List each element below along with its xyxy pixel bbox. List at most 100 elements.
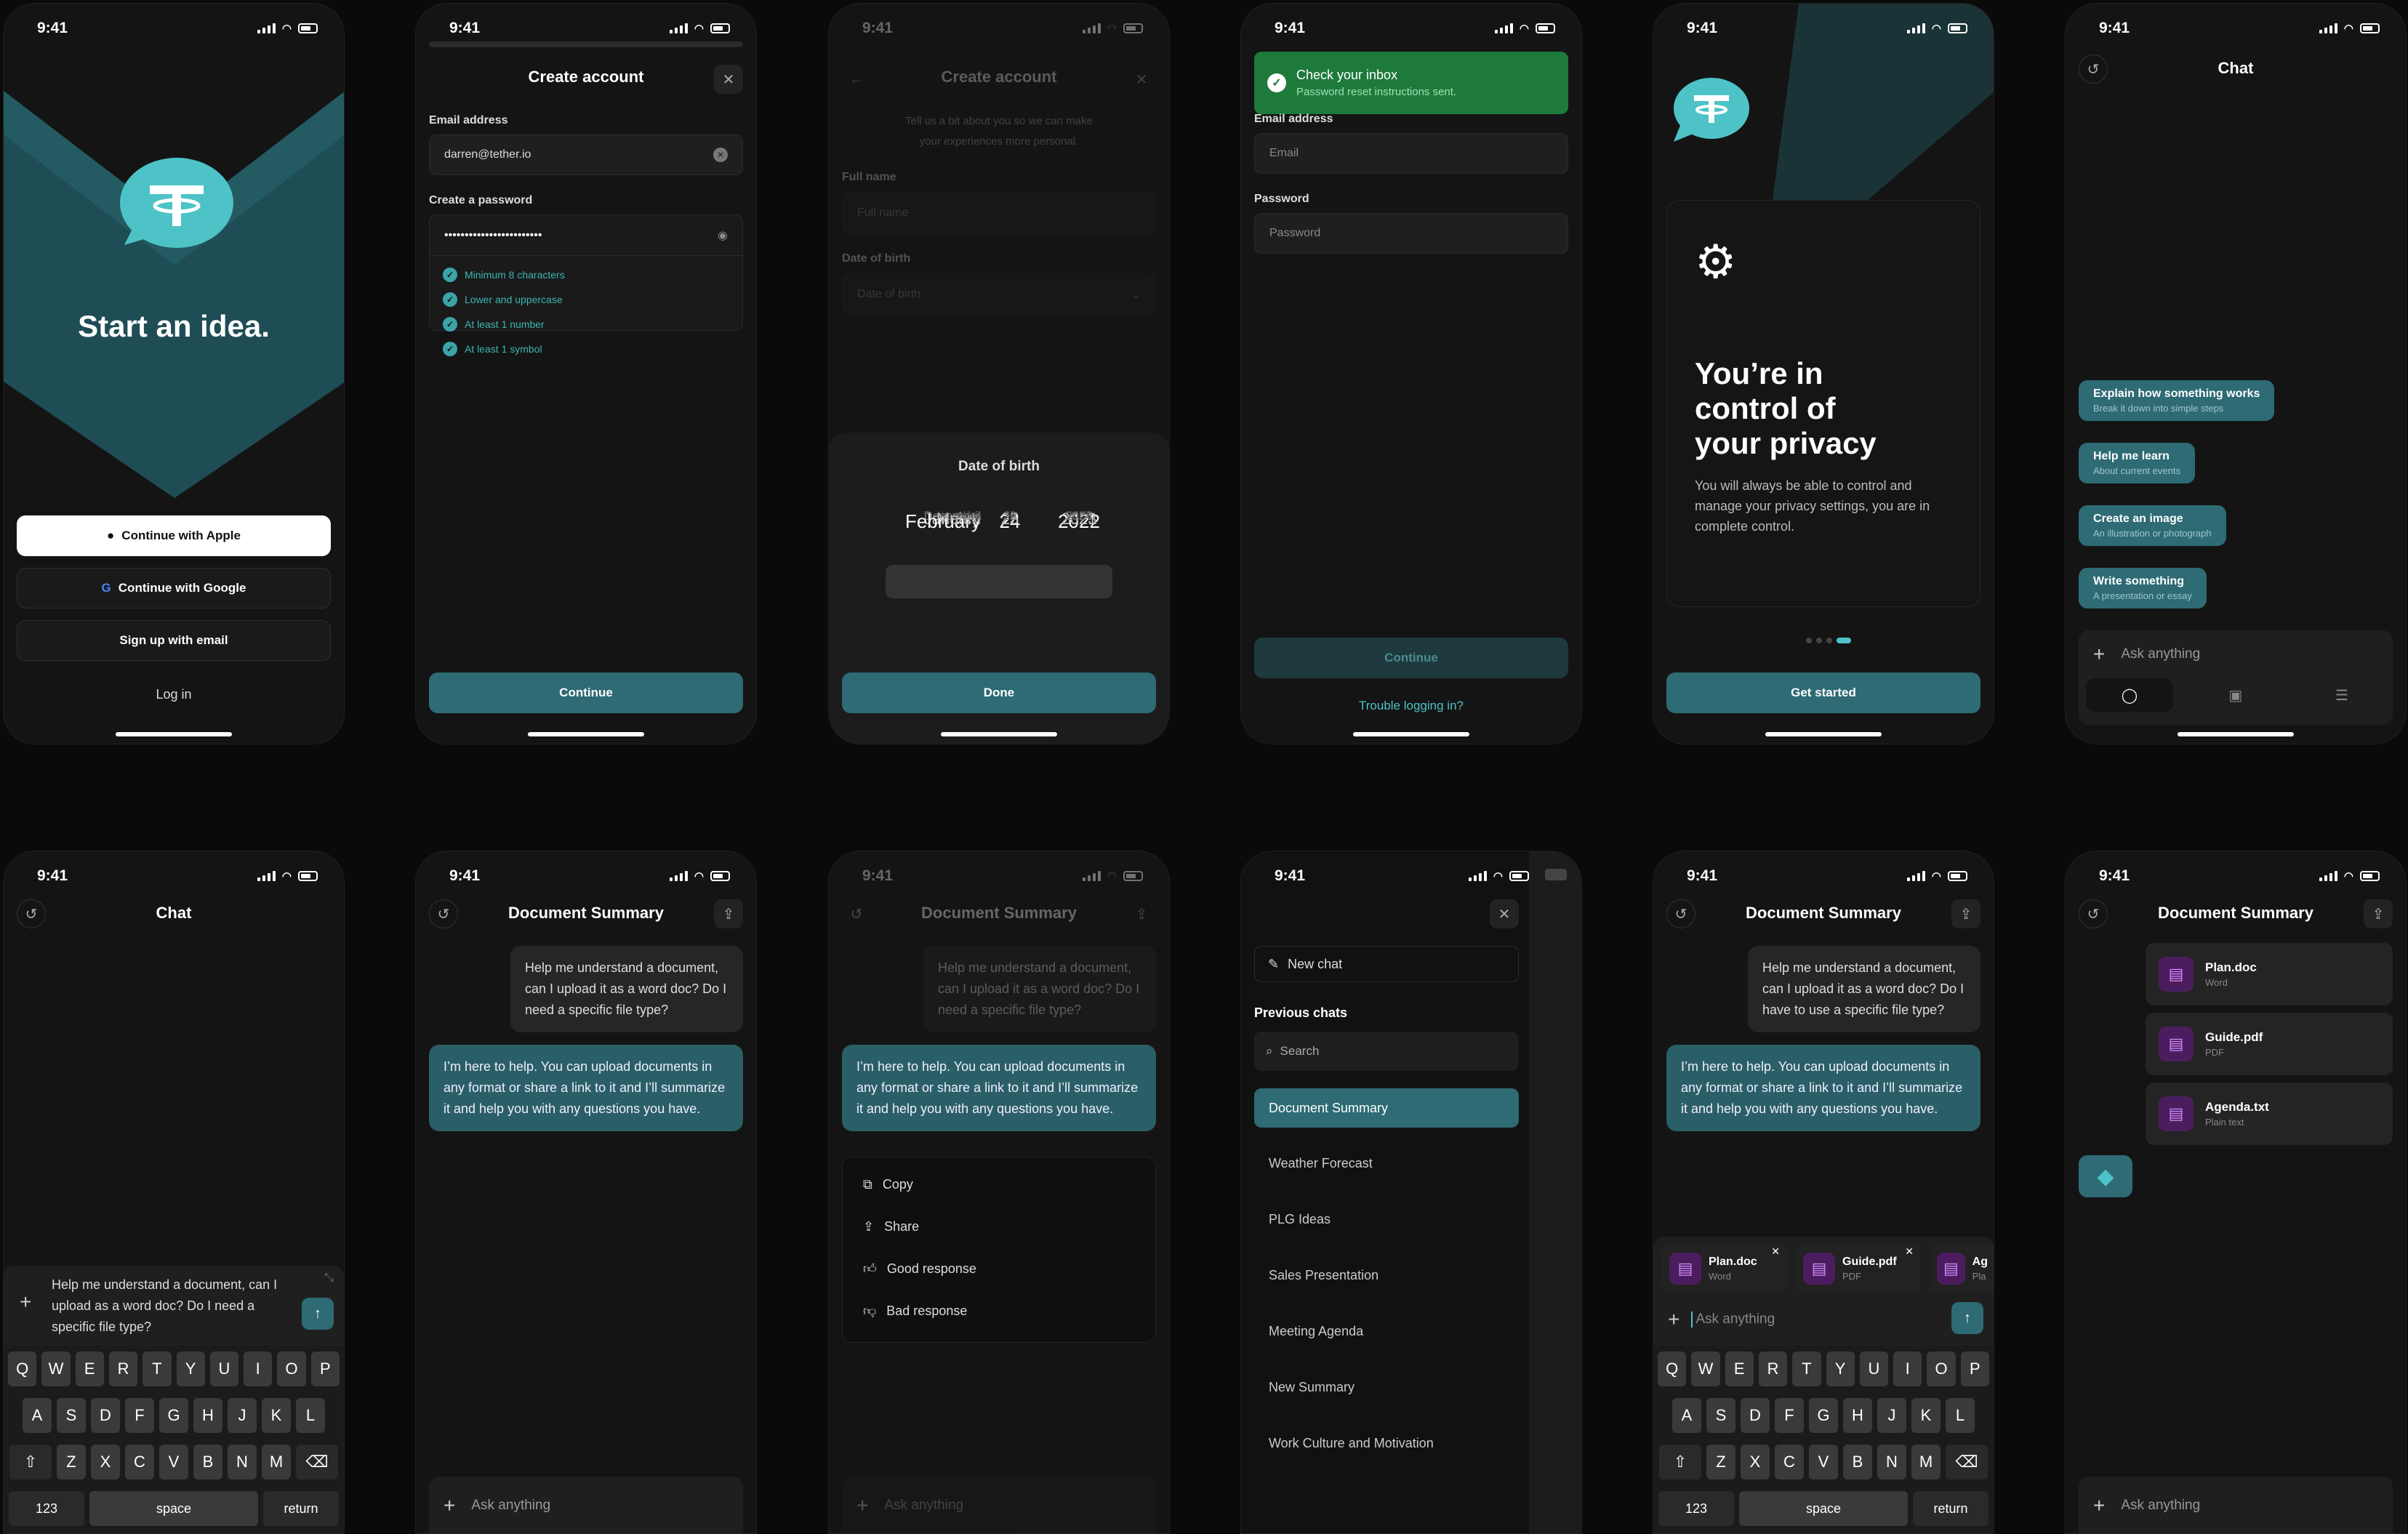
history-item[interactable]: PLG Ideas [1254,1200,1519,1239]
suggestion-chip[interactable]: Explain how something works Break it down… [2079,380,2275,421]
collapse-icon[interactable]: ⤡ [324,1272,334,1285]
plus-icon[interactable]: + [20,1290,31,1314]
key[interactable]: H [193,1398,222,1433]
backspace-key[interactable]: ⌫ [1946,1445,1988,1479]
log-in-link[interactable]: Log in [4,687,344,702]
key[interactable]: Z [1706,1445,1735,1479]
ask-input[interactable]: + Ask anything [842,1477,1156,1533]
key[interactable]: T [1792,1352,1821,1386]
key[interactable]: V [1809,1445,1838,1479]
return-key[interactable]: return [1913,1491,1988,1526]
bad-response-menu-item[interactable]: 👎︎ Bad response [843,1290,1155,1332]
chat-overlay[interactable] [1529,851,1581,1533]
key[interactable]: S [57,1398,86,1433]
close-icon[interactable]: ✕ [1490,899,1519,928]
key[interactable]: I [244,1352,273,1386]
key[interactable]: K [262,1398,291,1433]
trouble-link[interactable]: Trouble logging in? [1241,699,1581,713]
plus-icon[interactable]: + [1668,1308,1679,1331]
key[interactable]: C [125,1445,154,1479]
history-item[interactable]: Sales Presentation [1254,1256,1519,1295]
history-item[interactable]: Meeting Agenda [1254,1312,1519,1351]
page-dots[interactable] [1806,638,1851,643]
continue-with-apple-button[interactable]: ● Continue with Apple [17,515,331,556]
key[interactable]: W [1691,1352,1720,1386]
ask-input[interactable]: + Ask anything [429,1477,743,1533]
ask-input[interactable]: + Ask anything [2079,630,2393,678]
doc-mode-icon[interactable]: ☰ [2298,678,2385,712]
ask-input[interactable]: + Ask anything [1653,1298,1994,1341]
suggestion-chip[interactable]: Create an image An illustration or photog… [2079,505,2226,546]
key[interactable]: L [1946,1398,1975,1433]
key[interactable]: D [1741,1398,1770,1433]
close-icon[interactable]: ✕ [714,65,743,94]
key[interactable]: E [75,1352,104,1386]
copy-menu-item[interactable]: ⧉ Copy [843,1163,1155,1205]
image-mode-icon[interactable]: ▣ [2192,678,2279,712]
return-key[interactable]: return [263,1491,339,1526]
ask-input[interactable]: + Ask anything [2079,1477,2393,1533]
key[interactable]: W [41,1352,71,1386]
key[interactable]: R [1758,1352,1788,1386]
continue-button[interactable]: Continue [429,672,743,713]
history-item[interactable]: New Summary [1254,1368,1519,1407]
key[interactable]: P [1960,1352,1989,1386]
file-card[interactable]: ▤ Plan.doc Word [2146,943,2393,1005]
key[interactable]: A [23,1398,52,1433]
history-item-selected[interactable]: Document Summary [1254,1088,1519,1128]
key[interactable]: Q [8,1352,37,1386]
key[interactable]: M [262,1445,291,1479]
key[interactable]: E [1725,1352,1754,1386]
password-field[interactable]: Password [1254,213,1568,254]
file-card[interactable]: ▤ Guide.pdf PDF [2146,1013,2393,1075]
numbers-key[interactable]: 123 [9,1491,84,1526]
key[interactable]: Z [57,1445,86,1479]
key[interactable]: V [159,1445,188,1479]
plus-icon[interactable]: + [2093,1494,2105,1517]
key[interactable]: U [209,1352,239,1386]
key[interactable]: D [91,1398,120,1433]
attachment-card[interactable]: ▤ Plan.doc Word ✕ [1662,1244,1786,1293]
new-chat-button[interactable]: ✎ New chat [1254,946,1519,982]
search-input[interactable]: ⌕ Search [1254,1032,1519,1071]
key[interactable]: F [125,1398,154,1433]
history-item[interactable]: Work Culture and Motivation [1254,1423,1519,1463]
key[interactable]: J [1877,1398,1906,1433]
key[interactable]: Q [1658,1352,1687,1386]
dob-field[interactable]: Date of birth ⌄ [842,274,1156,315]
assistant-message[interactable]: I’m here to help. You can upload documen… [429,1045,743,1131]
close-icon[interactable]: ✕ [1127,65,1156,94]
key[interactable]: A [1672,1398,1701,1433]
numbers-key[interactable]: 123 [1658,1491,1734,1526]
remove-icon[interactable]: ✕ [1771,1245,1780,1258]
share-icon[interactable]: ⇪ [714,899,743,928]
key[interactable]: Y [176,1352,205,1386]
good-response-menu-item[interactable]: 👍︎ Good response [843,1248,1155,1290]
key[interactable]: O [277,1352,306,1386]
password-field[interactable]: •••••••••••••••••••••••• ◉ [430,215,742,256]
continue-button[interactable]: Continue [1254,638,1568,678]
key[interactable]: I [1893,1352,1922,1386]
attachment-card[interactable]: ▤ Ag Pla [1930,1244,1994,1293]
history-item[interactable]: Weather Forecast [1254,1144,1519,1183]
space-key[interactable]: space [1739,1491,1908,1526]
key[interactable]: R [108,1352,138,1386]
key[interactable]: X [91,1445,120,1479]
key[interactable]: G [1809,1398,1838,1433]
key[interactable]: T [143,1352,172,1386]
plus-icon[interactable]: + [2093,643,2105,666]
eye-icon[interactable]: ◉ [718,228,728,243]
chat-mode-icon[interactable]: ◯ [2086,678,2173,712]
backspace-key[interactable]: ⌫ [296,1445,338,1479]
key[interactable]: N [228,1445,257,1479]
plus-icon[interactable]: + [444,1494,455,1517]
suggestion-chip[interactable]: Write something A presentation or essay [2079,568,2207,609]
key[interactable]: U [1859,1352,1889,1386]
shift-key[interactable]: ⇧ [9,1445,52,1479]
share-menu-item[interactable]: ⇪ Share [843,1205,1155,1248]
send-button[interactable]: ↑ [1951,1302,1983,1334]
attachment-card[interactable]: ▤ Guide.pdf PDF ✕ [1796,1244,1919,1293]
get-started-button[interactable]: Get started [1666,672,1980,713]
key[interactable]: O [1927,1352,1956,1386]
file-card[interactable]: ▤ Agenda.txt Plain text [2146,1083,2393,1145]
